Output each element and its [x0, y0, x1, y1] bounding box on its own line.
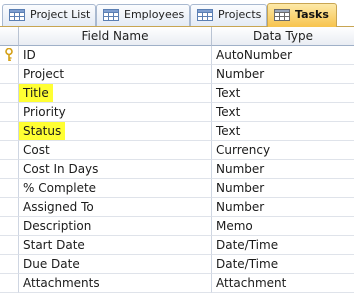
table-row[interactable]: % Complete Number	[0, 179, 354, 198]
data-type-cell[interactable]: Number	[212, 179, 354, 198]
table-row[interactable]: Due Date Date/Time	[0, 255, 354, 274]
table-row[interactable]: Title Text	[0, 84, 354, 103]
tab-label: Tasks	[295, 8, 329, 21]
tab-projects[interactable]: Projects	[190, 4, 267, 26]
field-name-text: ID	[23, 48, 36, 62]
table-row[interactable]: Start Date Date/Time	[0, 236, 354, 255]
row-selector[interactable]	[0, 141, 19, 160]
field-name-text: Attachments	[23, 276, 100, 290]
table-row[interactable]: Project Number	[0, 65, 354, 84]
field-name-text: Cost	[23, 143, 50, 157]
data-type-cell[interactable]: Date/Time	[212, 255, 354, 274]
table-row[interactable]: Assigned To Number	[0, 198, 354, 217]
data-type-cell[interactable]: Attachment	[212, 274, 354, 293]
tab-tasks[interactable]: Tasks	[267, 3, 337, 27]
field-name-cell[interactable]: Priority	[19, 103, 212, 122]
table-icon	[274, 9, 290, 21]
field-name-text: Assigned To	[23, 200, 94, 214]
field-name-text: Status	[19, 122, 66, 140]
field-name-cell[interactable]: Assigned To	[19, 198, 212, 217]
data-type-cell[interactable]: AutoNumber	[212, 46, 354, 65]
row-selector[interactable]	[0, 103, 19, 122]
table-row[interactable]: Priority Text	[0, 103, 354, 122]
data-type-cell[interactable]: Memo	[212, 217, 354, 236]
field-name-cell[interactable]: Attachments	[19, 274, 212, 293]
field-name-text: Priority	[23, 105, 66, 119]
field-name-cell[interactable]: Cost	[19, 141, 212, 160]
row-selector[interactable]	[0, 198, 19, 217]
table-icon	[103, 9, 119, 21]
row-selector[interactable]	[0, 217, 19, 236]
row-selector[interactable]	[0, 46, 19, 65]
key-icon	[5, 48, 13, 61]
row-selector[interactable]	[0, 236, 19, 255]
field-name-text: Title	[19, 84, 53, 102]
field-name-text: Start Date	[23, 238, 85, 252]
tab-label: Employees	[124, 8, 185, 21]
row-selector[interactable]	[0, 65, 19, 84]
row-selector[interactable]	[0, 179, 19, 198]
field-name-cell[interactable]: Cost In Days	[19, 160, 212, 179]
row-selector[interactable]	[0, 84, 19, 103]
field-name-cell[interactable]: Start Date	[19, 236, 212, 255]
data-type-cell[interactable]: Text	[212, 122, 354, 141]
field-name-cell[interactable]: Status	[19, 122, 212, 141]
table-icon	[197, 9, 213, 21]
row-selector[interactable]	[0, 160, 19, 179]
tab-label: Projects	[218, 8, 262, 21]
field-name-text: Description	[23, 219, 92, 233]
field-name-cell[interactable]: Description	[19, 217, 212, 236]
field-name-cell[interactable]: ID	[19, 46, 212, 65]
tab-project-list[interactable]: Project List	[2, 4, 96, 26]
field-name-text: Project	[23, 67, 65, 81]
data-type-cell[interactable]: Number	[212, 65, 354, 84]
field-name-text: Due Date	[23, 257, 80, 271]
tab-label: Project List	[30, 8, 91, 21]
data-type-cell[interactable]: Text	[212, 103, 354, 122]
table-row[interactable]: ID AutoNumber	[0, 46, 354, 65]
field-design-grid: Field Name Data Type ID AutoNumber Project…	[0, 27, 354, 297]
table-row[interactable]: Cost Currency	[0, 141, 354, 160]
data-type-cell[interactable]: Number	[212, 198, 354, 217]
field-name-text: Cost In Days	[23, 162, 99, 176]
field-name-text: % Complete	[23, 181, 97, 195]
tab-employees[interactable]: Employees	[96, 4, 190, 26]
table-row[interactable]: Description Memo	[0, 217, 354, 236]
field-name-cell[interactable]: Due Date	[19, 255, 212, 274]
table-row[interactable]: Status Text	[0, 122, 354, 141]
data-type-cell[interactable]: Currency	[212, 141, 354, 160]
table-row[interactable]: Attachments Attachment	[0, 274, 354, 293]
object-tab-strip: Project List Employees Projects Tasks	[0, 0, 354, 27]
table-row[interactable]: Cost In Days Number	[0, 160, 354, 179]
column-header-field-name[interactable]: Field Name	[19, 27, 212, 46]
field-name-cell[interactable]: Title	[19, 84, 212, 103]
table-design-view: Project List Employees Projects Tasks Fi…	[0, 0, 354, 297]
row-selector-header[interactable]	[0, 27, 19, 46]
data-type-cell[interactable]: Number	[212, 160, 354, 179]
row-selector[interactable]	[0, 255, 19, 274]
field-name-cell[interactable]: % Complete	[19, 179, 212, 198]
table-icon	[9, 9, 25, 21]
data-type-cell[interactable]: Text	[212, 84, 354, 103]
column-header-data-type[interactable]: Data Type	[212, 27, 354, 46]
row-selector[interactable]	[0, 274, 19, 293]
data-type-cell[interactable]: Date/Time	[212, 236, 354, 255]
row-selector[interactable]	[0, 122, 19, 141]
field-name-cell[interactable]: Project	[19, 65, 212, 84]
